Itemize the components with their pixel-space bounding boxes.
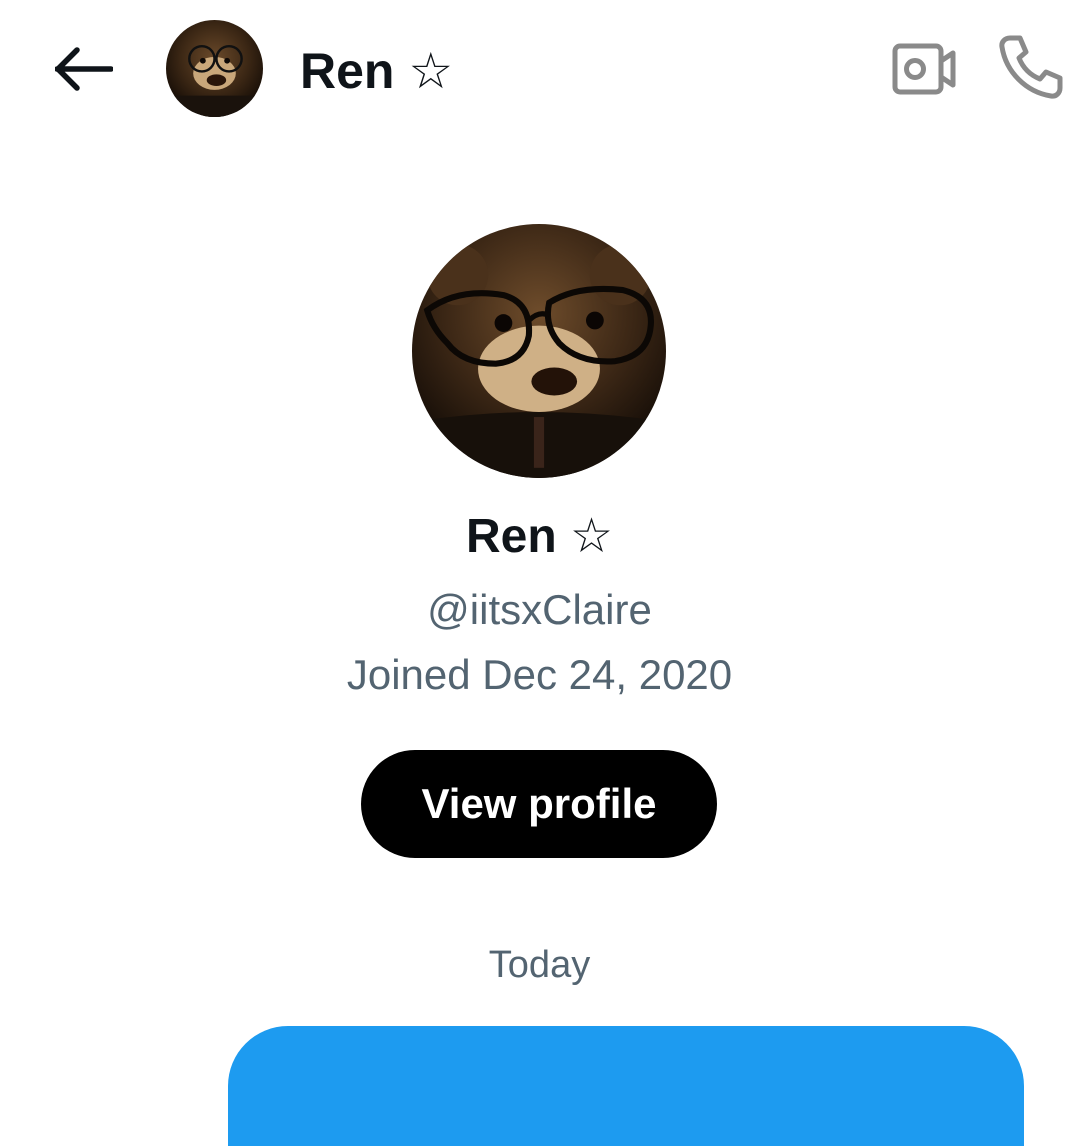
- back-button[interactable]: [52, 40, 116, 98]
- conversation-header: Ren ☆: [0, 0, 1079, 140]
- video-call-button[interactable]: [888, 40, 958, 98]
- date-divider: Today: [488, 944, 591, 986]
- header-contact-name[interactable]: Ren ☆: [300, 36, 453, 106]
- profile-handle: @iitsxClaire: [427, 586, 652, 633]
- profile-avatar[interactable]: [412, 224, 666, 478]
- video-call-icon: [892, 43, 956, 95]
- teddy-bear-avatar-image: [166, 20, 263, 117]
- phone-icon: [999, 35, 1063, 99]
- header-avatar[interactable]: [166, 20, 263, 117]
- sent-message-bubble[interactable]: [228, 1026, 1024, 1146]
- arrow-left-icon: [55, 47, 113, 91]
- profile-name: Ren ☆: [465, 510, 614, 563]
- teddy-bear-avatar-image: [412, 224, 666, 478]
- profile-joined-date: Joined Dec 24, 2020: [346, 651, 733, 698]
- phone-call-button[interactable]: [996, 32, 1066, 102]
- view-profile-button[interactable]: View profile: [361, 750, 717, 858]
